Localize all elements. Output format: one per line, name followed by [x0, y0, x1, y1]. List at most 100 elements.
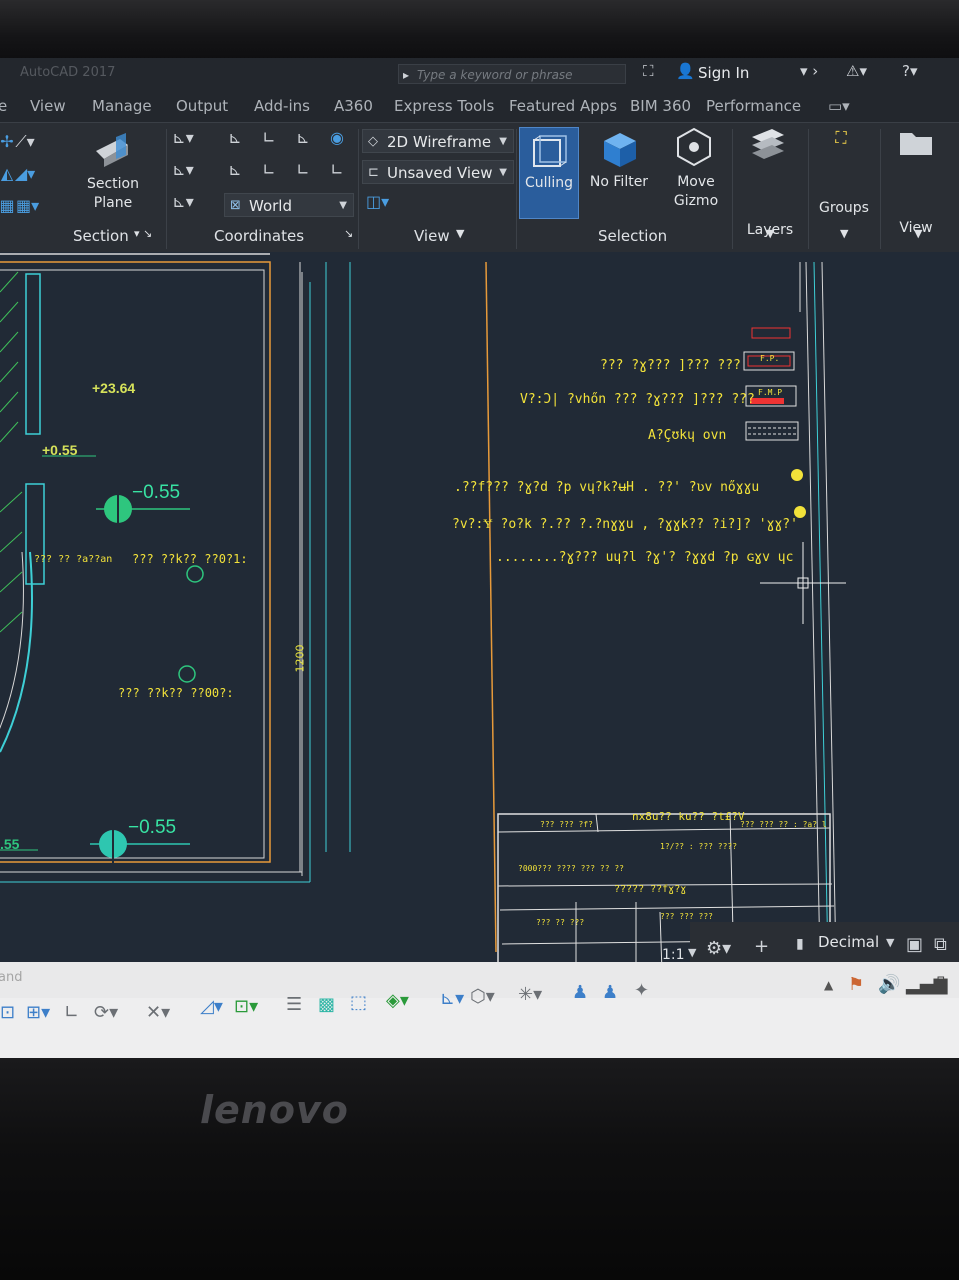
ucs-world-icon[interactable]: ∟: [258, 127, 280, 149]
visual-style-dropdown[interactable]: ◇ 2D Wireframe ▼: [362, 129, 514, 153]
tab-bim360[interactable]: BIM 360: [630, 97, 691, 115]
search-caret-icon: ▸: [403, 68, 410, 82]
grid-icon[interactable]: ▦▾: [16, 195, 39, 217]
isodraft-icon[interactable]: ✕▾: [146, 1002, 170, 1023]
layers-dropdown-icon[interactable]: ▼: [766, 227, 774, 240]
3d-osnap-icon[interactable]: ◈▾: [386, 990, 409, 1011]
viewport-icon[interactable]: ◫▾: [366, 191, 389, 213]
level-label-edge: .55: [0, 836, 20, 852]
chevron-down-icon: ▼: [339, 200, 347, 211]
move-gizmo-icon[interactable]: [674, 127, 714, 167]
tab-a360[interactable]: A360: [334, 97, 373, 115]
speaker-icon[interactable]: 🔊: [878, 974, 900, 995]
tab-output[interactable]: Output: [176, 97, 228, 115]
world-dropdown-value: World: [249, 197, 292, 215]
coordinates-dialog-icon[interactable]: ↘: [344, 227, 353, 240]
transparency-icon[interactable]: ▩: [318, 994, 335, 1015]
osnap-icon[interactable]: ⊡▾: [234, 996, 258, 1017]
culling-icon: [533, 135, 567, 167]
view-dropdown-icon[interactable]: ▼: [914, 227, 922, 240]
filter-icon[interactable]: ⬡▾: [470, 986, 495, 1007]
level-label-small: +0.55: [42, 442, 78, 458]
world-dropdown[interactable]: ⊠ World ▼: [224, 193, 354, 217]
exchange-icon[interactable]: ⚠▾: [846, 62, 867, 80]
view-panel-label[interactable]: View: [414, 227, 450, 245]
ucs-globe-icon[interactable]: ◉: [326, 127, 348, 149]
binoculars-icon[interactable]: ⛶: [643, 62, 654, 80]
section-panel-dropdown-icon[interactable]: ▾ ↘: [134, 227, 152, 240]
section-plane-icon[interactable]: [92, 133, 132, 169]
snap-icon[interactable]: ⊡: [0, 1002, 15, 1023]
groups-icon[interactable]: ⛶: [830, 127, 852, 149]
annotation-scale[interactable]: 1:1: [662, 947, 685, 963]
search-input[interactable]: ▸ Type a keyword or phrase: [398, 64, 626, 84]
grid-snap-icon[interactable]: ⊞▾: [26, 1002, 50, 1023]
ucs-y-icon[interactable]: ∟: [292, 159, 314, 181]
surface-icon[interactable]: ◢▾: [14, 163, 36, 185]
units-dropdown[interactable]: Decimal: [818, 933, 879, 951]
command-line-placeholder: and: [0, 970, 23, 985]
named-view-value: Unsaved View: [387, 164, 493, 182]
view-folder-icon[interactable]: [898, 127, 934, 159]
selection-panel-label[interactable]: Selection: [598, 227, 667, 245]
annotation-icon[interactable]: ✦: [634, 980, 649, 1001]
ortho-icon[interactable]: ∟: [64, 1002, 79, 1023]
ucs-view-icon[interactable]: ⊾: [224, 159, 246, 181]
culling-button[interactable]: Culling: [519, 127, 579, 219]
gear-icon[interactable]: ⚙▾: [706, 938, 731, 959]
ucs-z-icon[interactable]: ∟: [326, 159, 348, 181]
selection-cycling-icon[interactable]: ⬚: [350, 992, 367, 1013]
groups-button[interactable]: Groups: [814, 199, 874, 218]
ribbon-options-icon[interactable]: ▭▾: [828, 97, 850, 115]
view-panel-dropdown-icon[interactable]: ▼: [456, 227, 464, 240]
sign-in-button[interactable]: Sign In: [698, 64, 749, 82]
tab-view[interactable]: View: [30, 97, 66, 115]
title-block-row: ??? ??? ?? : ?a? l: [740, 820, 827, 829]
groups-dropdown-icon[interactable]: ▼: [840, 227, 848, 240]
move-gizmo-button[interactable]: Move Gizmo: [664, 173, 728, 211]
search-placeholder: Type a keyword or phrase: [417, 68, 573, 82]
arrow-tool-icon[interactable]: ⟋▾: [14, 131, 36, 153]
tab-manage[interactable]: Manage: [92, 97, 152, 115]
scale-chevron-down-icon[interactable]: ▼: [688, 946, 696, 959]
ucs-icon[interactable]: ⊾▾: [172, 127, 194, 149]
coordinates-panel-label[interactable]: Coordinates: [214, 227, 304, 245]
help-icon[interactable]: ?▾: [902, 62, 918, 80]
annotation-text: ??? ??k?? ??0?1:: [132, 552, 248, 566]
tab-featured-apps[interactable]: Featured Apps: [509, 97, 617, 115]
ucs-named-icon[interactable]: ⊾: [224, 127, 246, 149]
ucs-previous-icon[interactable]: ⊾: [292, 127, 314, 149]
flag-icon[interactable]: ⚑: [848, 974, 864, 995]
drawing-canvas[interactable]: +23.64 +0.55 −0.55 −0.55 .55 1200 ??? ??…: [0, 252, 959, 962]
ucs-x-icon[interactable]: ∟: [258, 159, 280, 181]
polar-icon[interactable]: ⟳▾: [94, 1002, 118, 1023]
section-plane-button[interactable]: Section Plane: [80, 175, 146, 213]
ribbon-panel: ✢ ⟋▾ ◭ ◢▾ ▦ ▦▾ Section Plane Section ▾ ↘…: [0, 122, 959, 253]
dynamic-ucs-icon[interactable]: ⊾▾: [440, 988, 464, 1009]
tab-add-ins[interactable]: Add-ins: [254, 97, 310, 115]
gizmo-icon[interactable]: ✳▾: [518, 984, 542, 1005]
tab-express-tools[interactable]: Express Tools: [394, 97, 494, 115]
plus-icon[interactable]: +: [754, 936, 769, 957]
title-block-row: ????? ??fɣ?ɣ: [614, 884, 687, 895]
layers-icon[interactable]: [748, 127, 788, 167]
named-view-dropdown[interactable]: ⊏ Unsaved View ▼: [362, 160, 514, 184]
ucs-origin-icon[interactable]: ⊾▾: [172, 159, 194, 181]
units-chevron-down-icon[interactable]: ▼: [886, 936, 894, 949]
window-title: AutoCAD 2017: [20, 65, 116, 80]
no-filter-button[interactable]: No Filter: [586, 173, 652, 192]
no-filter-icon[interactable]: [600, 131, 638, 167]
annotation-scale-auto-icon[interactable]: ♟: [602, 982, 618, 1003]
tab-partial[interactable]: e: [0, 97, 7, 115]
annotation-visibility-icon[interactable]: ♟: [572, 982, 588, 1003]
sign-in-dropdown-icon[interactable]: ▾ ›: [800, 62, 818, 80]
battery-icon[interactable]: ▯: [936, 972, 946, 993]
tray-up-icon[interactable]: ▲: [824, 978, 833, 992]
clean-screen-icon[interactable]: ⧉: [934, 934, 947, 955]
quick-properties-icon[interactable]: ▣: [906, 934, 923, 955]
object-snap-tracking-icon[interactable]: ◿▾: [200, 996, 223, 1017]
section-panel-label[interactable]: Section: [73, 227, 129, 245]
ucs-3point-icon[interactable]: ⊾▾: [172, 191, 194, 213]
lineweight-icon[interactable]: ☰: [286, 994, 302, 1015]
tab-performance[interactable]: Performance: [706, 97, 801, 115]
